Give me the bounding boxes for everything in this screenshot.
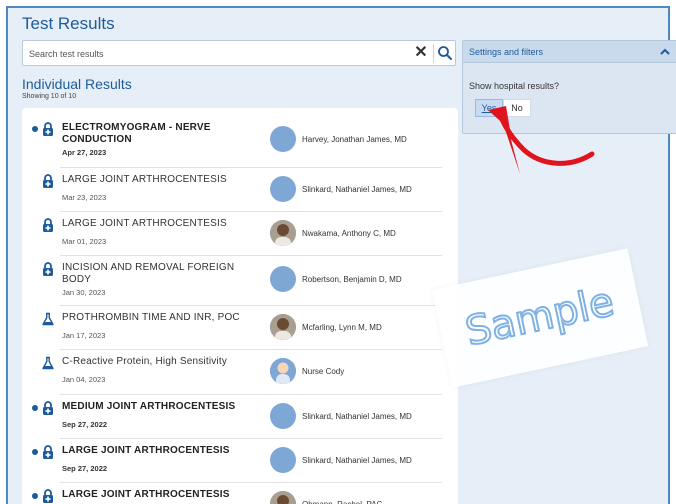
- result-name[interactable]: PROTHROMBIN TIME AND INR, POC: [62, 312, 242, 324]
- avatar: [270, 266, 296, 292]
- result-name[interactable]: MEDIUM JOINT ARTHROCENTESIS: [62, 401, 242, 413]
- results-count: Showing 10 of 10: [22, 93, 77, 100]
- result-date: Jan 30, 2023: [62, 288, 106, 297]
- result-name[interactable]: C-Reactive Protein, High Sensitivity: [62, 356, 242, 368]
- result-row[interactable]: PROTHROMBIN TIME AND INR, POC Jan 17, 202…: [22, 306, 458, 350]
- result-name[interactable]: LARGE JOINT ARTHROCENTESIS: [62, 489, 242, 501]
- result-row[interactable]: LARGE JOINT ARTHROCENTESIS Mar 23, 2023 Sl…: [22, 168, 458, 212]
- chevron-up-icon[interactable]: [659, 47, 671, 57]
- provider-name: Nwakama, Anthony C, MD: [302, 229, 396, 238]
- hospital-lock-icon: [41, 122, 55, 136]
- result-row[interactable]: INCISION AND REMOVAL FOREIGN BODY Jan 30, …: [22, 256, 458, 306]
- result-name-line: LARGE JOINT ARTHROCENTESIS: [62, 445, 230, 456]
- unread-dot-icon: [32, 449, 38, 455]
- result-name[interactable]: INCISION AND REMOVAL FOREIGN BODY: [62, 262, 242, 286]
- search-divider: [433, 44, 434, 63]
- avatar: [270, 491, 296, 504]
- provider-name: Slinkard, Nathaniel James, MD: [302, 185, 412, 194]
- result-date: Mar 01, 2023: [62, 237, 107, 246]
- provider-name: Harvey, Jonathan James, MD: [302, 135, 407, 144]
- app-frame: Test Results ✕ Individual Results Showin…: [6, 6, 676, 504]
- results-heading: Individual Results: [22, 76, 132, 92]
- hospital-lock-icon: [41, 489, 55, 503]
- unread-dot-icon: [32, 405, 38, 411]
- avatar: [270, 220, 296, 246]
- svg-text:Sample: Sample: [462, 279, 618, 355]
- search-box[interactable]: ✕: [22, 40, 456, 66]
- avatar: [270, 403, 296, 429]
- clear-icon[interactable]: ✕: [413, 44, 429, 62]
- hospital-lock-icon: [41, 174, 55, 188]
- result-date: Sep 27, 2022: [62, 464, 108, 473]
- avatar: [270, 176, 296, 202]
- result-name-line: LARGE JOINT ARTHROCENTESIS: [62, 218, 227, 229]
- avatar: [270, 358, 296, 384]
- result-date: Apr 27, 2023: [62, 148, 107, 157]
- page-title: Test Results: [22, 14, 115, 33]
- result-row[interactable]: MEDIUM JOINT ARTHROCENTESIS Sep 27, 2022 S…: [22, 395, 458, 439]
- result-name-line: MEDIUM JOINT ARTHROCENTESIS: [62, 401, 236, 412]
- provider-name: Ohmann, Rachel, PAC: [302, 500, 382, 504]
- provider-name: Robertson, Benjamin D, MD: [302, 275, 402, 284]
- annotation-arrow-icon: [488, 106, 595, 174]
- flask-icon: [41, 312, 55, 326]
- search-icon[interactable]: [437, 45, 453, 61]
- avatar: [270, 447, 296, 473]
- result-name[interactable]: ELECTROMYOGRAM - NERVE CONDUCTION: [62, 122, 242, 146]
- result-name-line: BODY: [62, 274, 92, 285]
- provider-name: Slinkard, Nathaniel James, MD: [302, 412, 412, 421]
- provider-name: Slinkard, Nathaniel James, MD: [302, 456, 412, 465]
- result-date: Jan 04, 2023: [62, 375, 106, 384]
- result-name-line: PROTHROMBIN TIME AND INR, POC: [62, 312, 240, 323]
- result-row[interactable]: LARGE JOINT ARTHROCENTESIS Mar 01, 2023 Nw…: [22, 212, 458, 256]
- provider-name: Mcfarling, Lynn M, MD: [302, 323, 382, 332]
- result-name[interactable]: LARGE JOINT ARTHROCENTESIS: [62, 174, 242, 186]
- search-input[interactable]: [29, 45, 399, 63]
- result-date: Mar 23, 2023: [62, 193, 107, 202]
- result-row[interactable]: C-Reactive Protein, High Sensitivity Jan …: [22, 350, 458, 395]
- result-name-line: CONDUCTION: [62, 134, 132, 145]
- unread-dot-icon: [32, 126, 38, 132]
- result-name-line: C-Reactive Protein, High Sensitivity: [62, 356, 228, 367]
- settings-title: Settings and filters: [469, 47, 544, 57]
- result-row[interactable]: LARGE JOINT ARTHROCENTESIS Ohmann, Rachel…: [22, 483, 458, 504]
- result-date: Sep 27, 2022: [62, 420, 108, 429]
- provider-name: Nurse Cody: [302, 367, 345, 376]
- hospital-results-question: Show hospital results?: [469, 81, 560, 91]
- result-name-line: LARGE JOINT ARTHROCENTESIS: [62, 174, 227, 185]
- result-date: Jan 17, 2023: [62, 331, 106, 340]
- result-name[interactable]: LARGE JOINT ARTHROCENTESIS: [62, 218, 242, 230]
- result-row[interactable]: ELECTROMYOGRAM - NERVE CONDUCTION Apr 27, …: [22, 116, 458, 168]
- hospital-lock-icon: [41, 445, 55, 459]
- unread-dot-icon: [32, 493, 38, 499]
- results-list: ELECTROMYOGRAM - NERVE CONDUCTION Apr 27, …: [22, 108, 458, 504]
- settings-header[interactable]: Settings and filters: [463, 41, 676, 63]
- hospital-lock-icon: [41, 262, 55, 276]
- avatar: [270, 126, 296, 152]
- result-name[interactable]: LARGE JOINT ARTHROCENTESIS: [62, 445, 242, 457]
- flask-icon: [41, 356, 55, 370]
- result-name-line: LARGE JOINT ARTHROCENTESIS: [62, 489, 230, 500]
- result-name-line: ELECTROMYOGRAM - NERVE: [62, 122, 211, 133]
- hospital-lock-icon: [41, 218, 55, 232]
- avatar: [270, 314, 296, 340]
- result-row[interactable]: LARGE JOINT ARTHROCENTESIS Sep 27, 2022 Sl…: [22, 439, 458, 483]
- hospital-lock-icon: [41, 401, 55, 415]
- result-name-line: INCISION AND REMOVAL FOREIGN: [62, 262, 235, 273]
